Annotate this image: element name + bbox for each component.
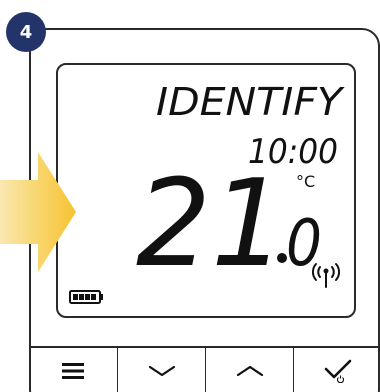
chevron-up-icon <box>236 365 264 377</box>
step-number-badge: 4 <box>6 12 46 52</box>
temperature-integer: 21 <box>136 155 286 294</box>
chevron-down-icon <box>148 365 176 377</box>
battery-full-icon <box>69 290 103 304</box>
thermostat-step-illustration: 4 IDENTIFY 10:00 21 0 °C <box>0 0 380 392</box>
temperature-decimal: 0 <box>286 207 322 281</box>
temperature-unit: °C <box>296 172 315 191</box>
menu-icon <box>62 363 84 379</box>
button-bar <box>29 346 380 392</box>
pointer-arrow <box>0 152 76 272</box>
lcd-display: IDENTIFY 10:00 21 0 °C <box>56 63 356 318</box>
menu-button[interactable] <box>29 348 117 392</box>
mode-text: IDENTIFY <box>156 80 345 124</box>
up-button[interactable] <box>205 348 294 392</box>
down-button[interactable] <box>117 348 206 392</box>
checkmark-power-icon <box>324 359 351 383</box>
confirm-button[interactable] <box>293 348 380 392</box>
